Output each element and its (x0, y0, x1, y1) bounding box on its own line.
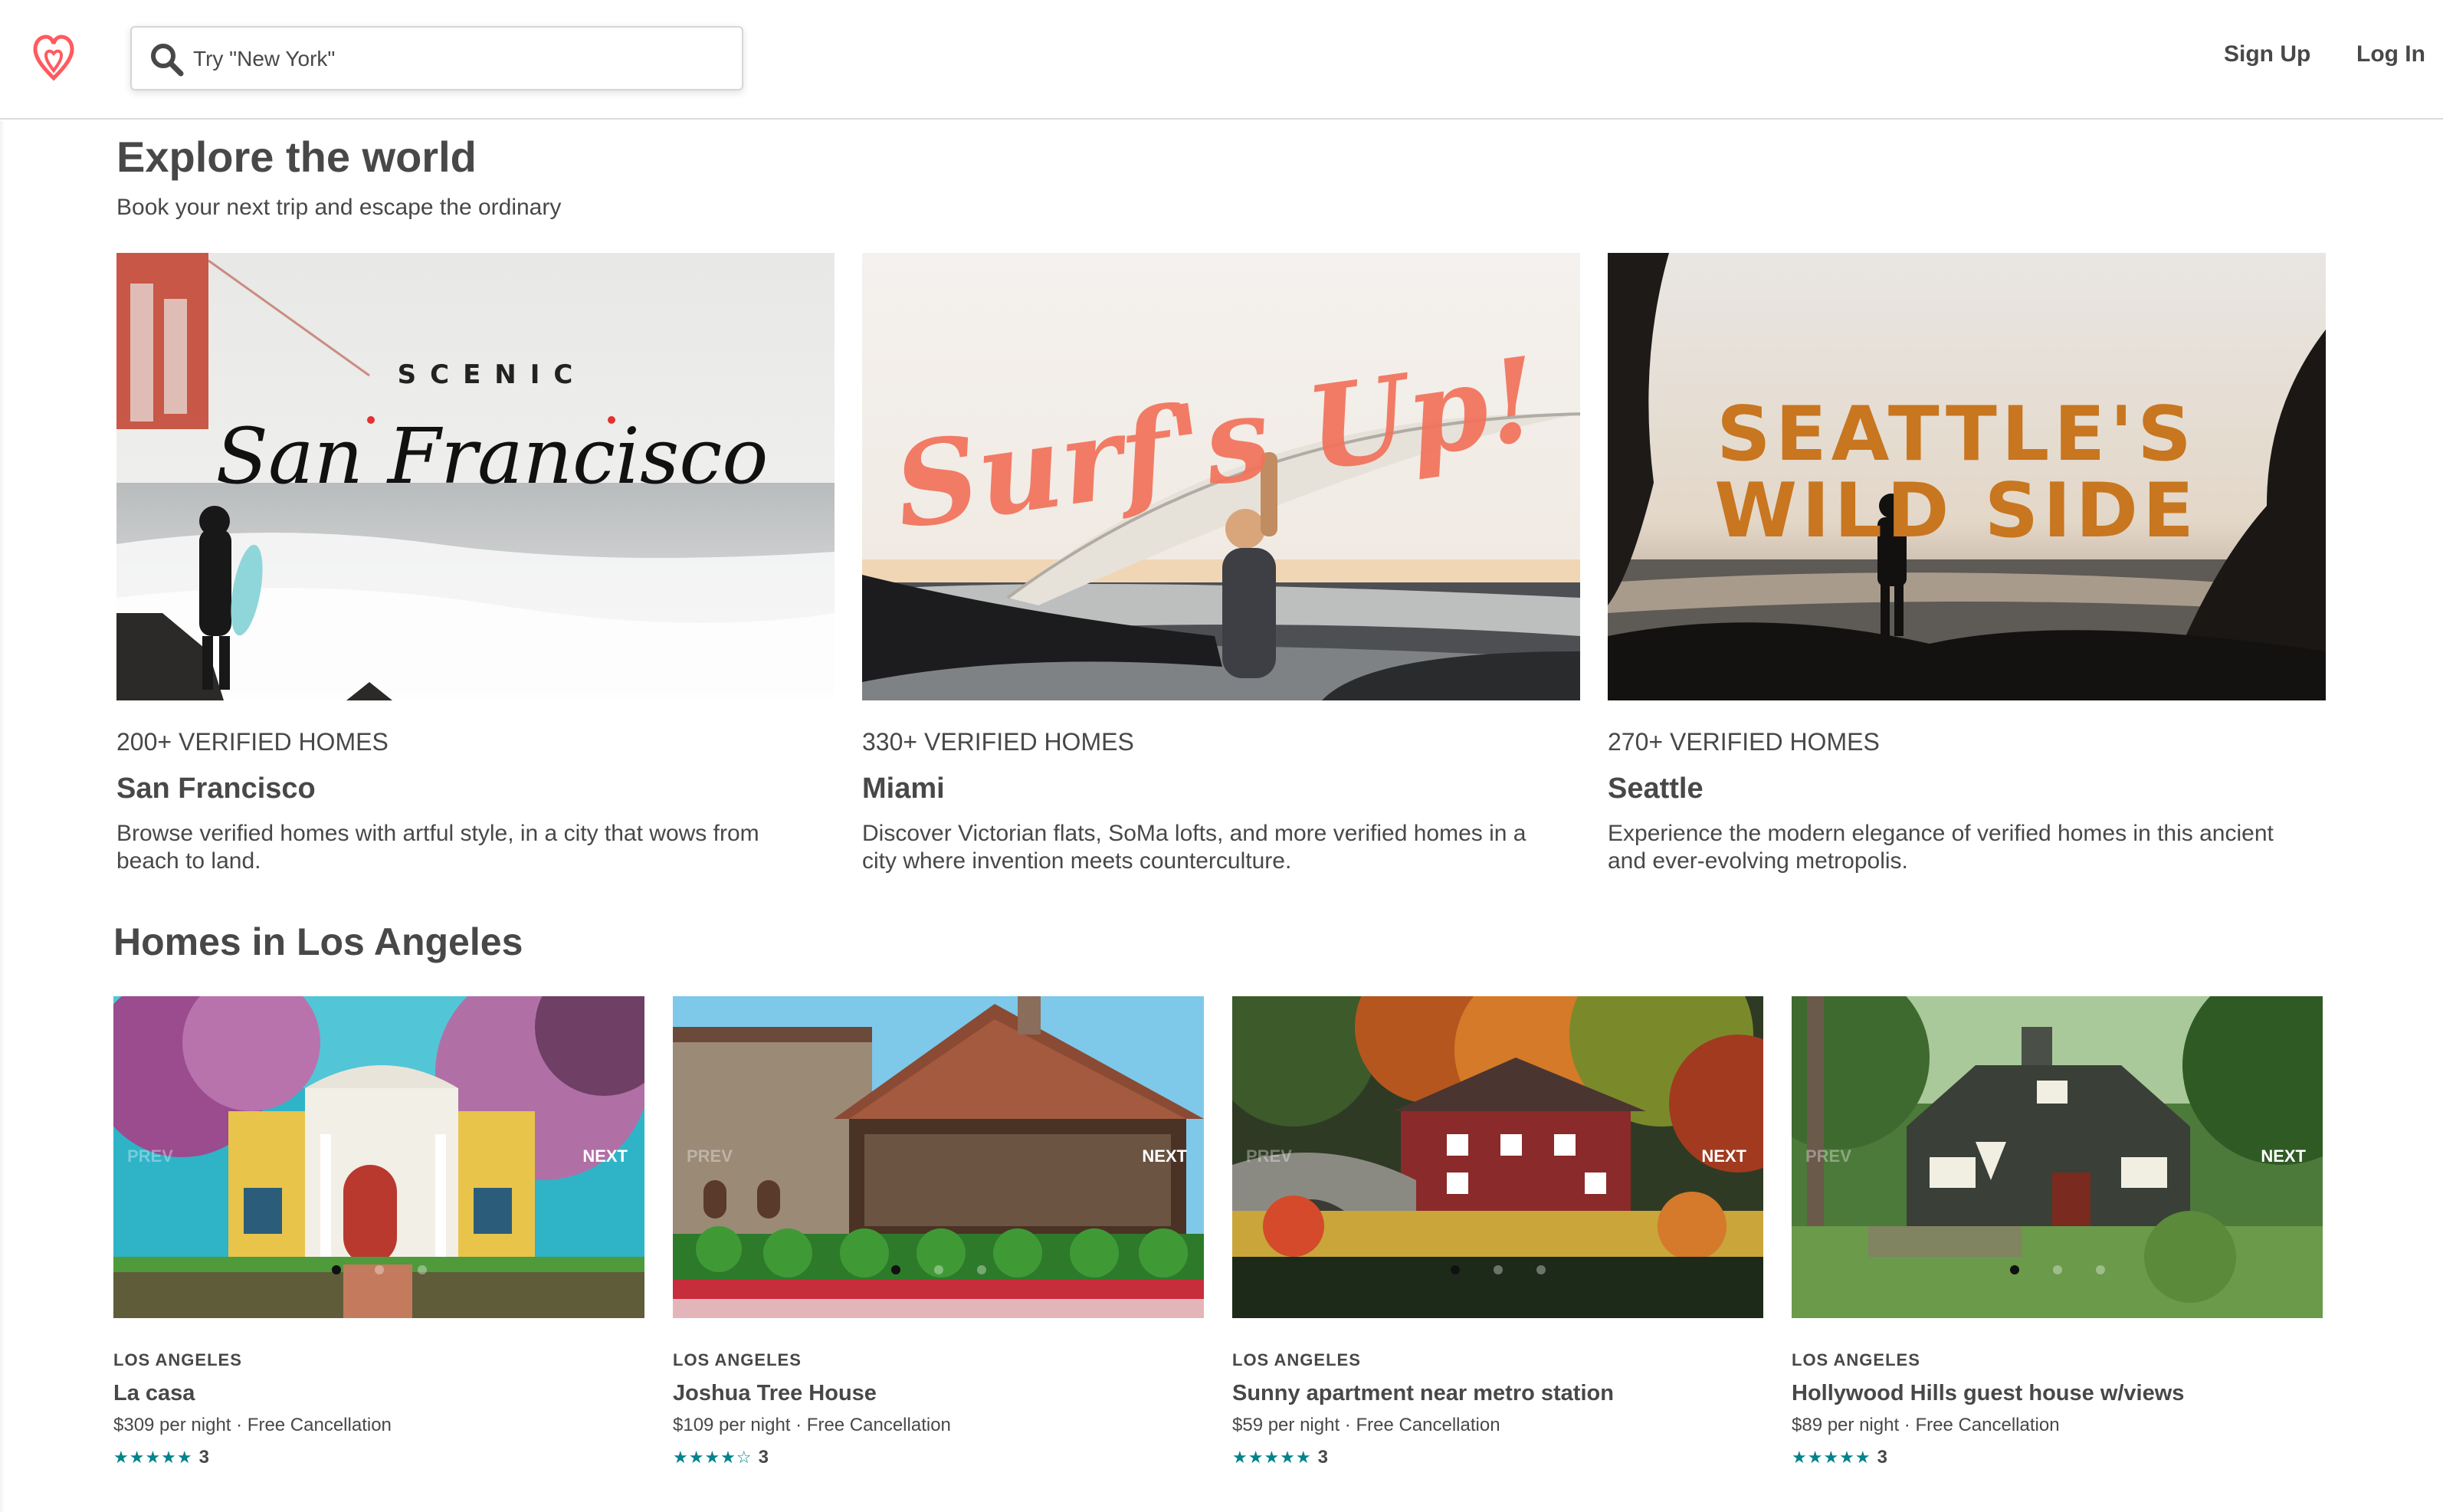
carousel-dot[interactable] (374, 1265, 384, 1274)
prev-photo-button[interactable]: PREV (1246, 1146, 1292, 1166)
carousel-dot[interactable] (1536, 1265, 1546, 1274)
carousel-dots (113, 1264, 644, 1278)
city-image-miami[interactable]: Surf's Up! (862, 253, 1580, 700)
seattle-image-line1: SEATTLE'S (1717, 391, 2196, 478)
home-card-sunny-apartment[interactable]: PREV NEXT LOS ANGELES Sunny apartment ne… (1232, 996, 1763, 1468)
home-price: $59 per night · Free Cancellation (1232, 1415, 1500, 1435)
home-location: LOS ANGELES (673, 1350, 802, 1369)
carousel-dot[interactable] (933, 1265, 943, 1274)
home-title[interactable]: La casa (113, 1381, 195, 1406)
search-box (130, 26, 743, 90)
city-count-label: 200+ VERIFIED HOMES (116, 728, 389, 756)
carousel-dot[interactable] (331, 1265, 341, 1274)
home-card-joshua-tree-house[interactable]: PREV NEXT LOS ANGELES Joshua Tree House … (673, 996, 1204, 1468)
prev-photo-button[interactable]: PREV (1805, 1146, 1851, 1166)
city-count-label: 270+ VERIFIED HOMES (1608, 728, 1880, 756)
prev-photo-button[interactable]: PREV (687, 1146, 733, 1166)
city-card-miami[interactable]: Surf's Up! 330+ VERIFIED HOMES Miami Dis… (862, 253, 1580, 874)
city-name[interactable]: Miami (862, 772, 945, 805)
carousel-dot[interactable] (2095, 1265, 2105, 1274)
city-card-seattle[interactable]: SEATTLE'S WILD SIDE 270+ VERIFIED HOMES … (1608, 253, 2326, 874)
explore-subtitle: Book your next trip and escape the ordin… (116, 195, 562, 220)
city-image-seattle[interactable]: SEATTLE'S WILD SIDE (1608, 253, 2326, 700)
home-price: $89 per night · Free Cancellation (1792, 1415, 2060, 1435)
star-rating-icon: ★★★★★ (1792, 1448, 1871, 1467)
carousel-dot[interactable] (1493, 1265, 1503, 1274)
home-price: $309 per night · Free Cancellation (113, 1415, 392, 1435)
review-count: 3 (1877, 1447, 1887, 1468)
carousel-dot[interactable] (2009, 1265, 2019, 1274)
city-description: Browse verified homes with artful style,… (116, 821, 759, 874)
home-photo-carousel[interactable]: PREV NEXT (1792, 996, 2323, 1318)
city-image-san-francisco[interactable]: SCENIC San Francisco (116, 253, 835, 700)
home-photo-carousel[interactable]: PREV NEXT (1232, 996, 1763, 1318)
airbnb-logo-icon[interactable] (31, 31, 77, 84)
home-card-hollywood-hills[interactable]: PREV NEXT LOS ANGELES Hollywood Hills gu… (1792, 996, 2323, 1468)
page-left-edge (0, 121, 5, 1512)
carousel-dots (1232, 1264, 1763, 1278)
next-photo-button[interactable]: NEXT (1701, 1146, 1746, 1166)
sign-up-link[interactable]: Sign Up (2224, 41, 2310, 67)
home-location: LOS ANGELES (1232, 1350, 1361, 1369)
explore-title: Explore the world (116, 133, 477, 181)
home-rating: ★★★★★ 3 (1792, 1447, 1887, 1468)
home-rating: ★★★★☆ 3 (673, 1447, 769, 1468)
city-count-label: 330+ VERIFIED HOMES (862, 728, 1134, 756)
homes-section-title: Homes in Los Angeles (113, 920, 523, 963)
prev-photo-button[interactable]: PREV (127, 1146, 173, 1166)
home-title[interactable]: Joshua Tree House (673, 1381, 877, 1406)
city-name[interactable]: San Francisco (116, 772, 316, 805)
log-in-link[interactable]: Log In (2356, 41, 2425, 67)
home-location: LOS ANGELES (1792, 1350, 1920, 1369)
home-location: LOS ANGELES (113, 1350, 242, 1369)
next-photo-button[interactable]: NEXT (1142, 1146, 1187, 1166)
home-title[interactable]: Hollywood Hills guest house w/views (1792, 1381, 2184, 1406)
star-rating-icon: ★★★★★ (1232, 1448, 1312, 1467)
home-photo-carousel[interactable]: PREV NEXT (673, 996, 1204, 1318)
city-description: Experience the modern elegance of verifi… (1608, 821, 2274, 874)
sf-image-title-text: San Francisco (215, 412, 768, 501)
home-rating: ★★★★★ 3 (1232, 1447, 1328, 1468)
home-photo-carousel[interactable]: PREV NEXT (113, 996, 644, 1318)
carousel-dots (673, 1264, 1204, 1278)
home-price: $109 per night · Free Cancellation (673, 1415, 951, 1435)
review-count: 3 (758, 1447, 769, 1468)
home-card-la-casa[interactable]: PREV NEXT LOS ANGELES La casa $309 per n… (113, 996, 644, 1468)
sf-image-scenic-text: SCENIC (398, 359, 587, 390)
carousel-dot[interactable] (890, 1265, 900, 1274)
carousel-dot[interactable] (1450, 1265, 1460, 1274)
star-rating-icon: ★★★★☆ (673, 1448, 753, 1467)
city-name[interactable]: Seattle (1608, 772, 1704, 805)
carousel-dot[interactable] (417, 1265, 427, 1274)
search-input[interactable] (193, 38, 722, 80)
search-icon (151, 44, 184, 77)
star-rating-icon: ★★★★★ (113, 1448, 193, 1467)
carousel-dot[interactable] (976, 1265, 986, 1274)
city-card-san-francisco[interactable]: SCENIC San Francisco 200+ VERIFIED HOMES… (116, 253, 835, 874)
next-photo-button[interactable]: NEXT (2261, 1146, 2306, 1166)
carousel-dots (1792, 1264, 2323, 1278)
seattle-image-line2: WILD SIDE (1714, 467, 2199, 555)
home-title[interactable]: Sunny apartment near metro station (1232, 1381, 1614, 1406)
review-count: 3 (1317, 1447, 1328, 1468)
top-nav-bar: Sign Up Log In (0, 0, 2443, 120)
next-photo-button[interactable]: NEXT (582, 1146, 628, 1166)
home-rating: ★★★★★ 3 (113, 1447, 209, 1468)
carousel-dot[interactable] (2052, 1265, 2062, 1274)
city-description: Discover Victorian flats, SoMa lofts, an… (862, 821, 1526, 874)
review-count: 3 (198, 1447, 209, 1468)
